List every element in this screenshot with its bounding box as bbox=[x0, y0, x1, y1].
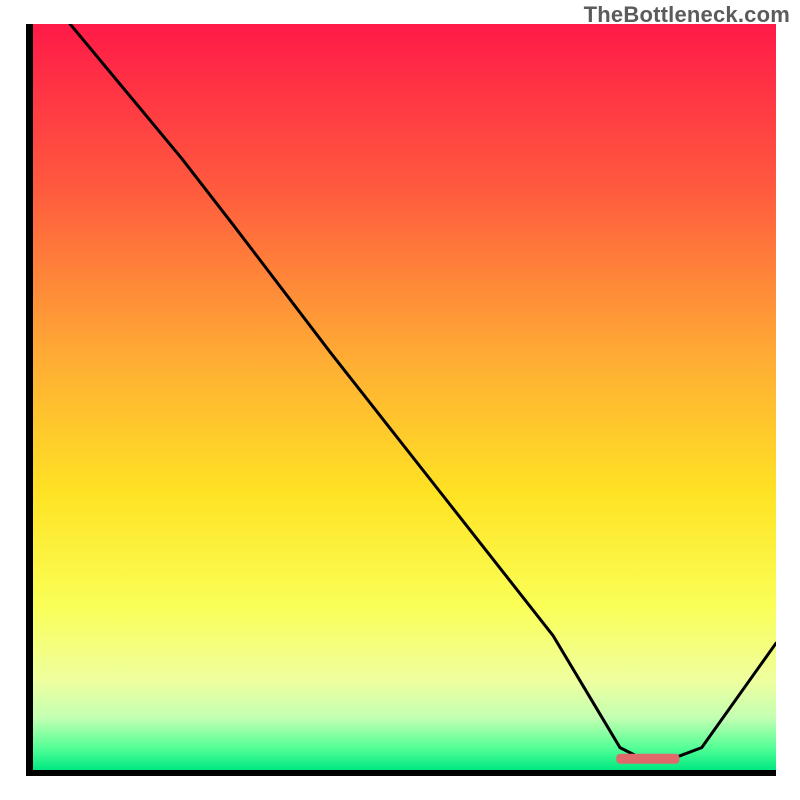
watermark-text: TheBottleneck.com bbox=[584, 2, 790, 28]
x-axis bbox=[26, 769, 776, 776]
optimum-marker bbox=[616, 754, 679, 764]
plot-area bbox=[33, 24, 776, 770]
heat-background bbox=[33, 24, 776, 770]
chart-container: TheBottleneck.com bbox=[0, 0, 800, 800]
y-axis bbox=[26, 24, 33, 776]
